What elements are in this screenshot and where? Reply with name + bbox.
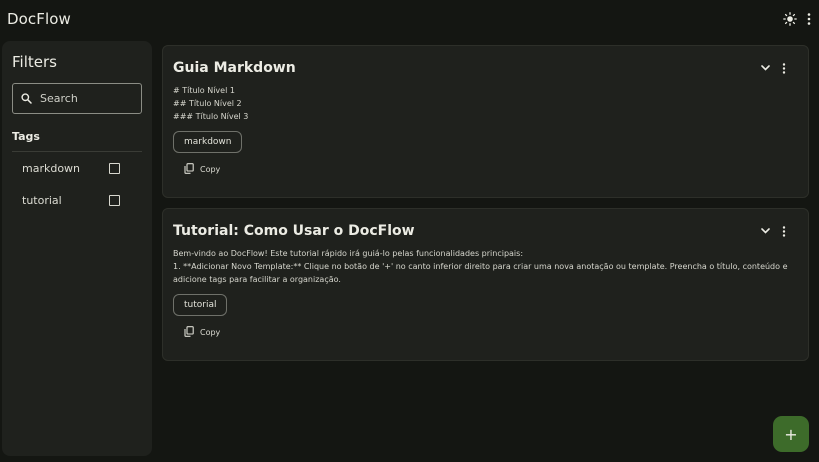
add-template-button[interactable]: + <box>773 416 809 452</box>
copy-button[interactable]: Copy <box>184 326 798 339</box>
copy-button[interactable]: Copy <box>184 163 798 176</box>
content-line: # Título Nível 1 <box>173 86 235 95</box>
copy-icon <box>184 163 194 176</box>
search-field[interactable] <box>12 83 142 114</box>
template-card: Tutorial: Como Usar o DocFlow Bem-vindo … <box>162 208 809 361</box>
copy-label: Copy <box>200 328 221 337</box>
card-content: Bem-vindo ao DocFlow! Este tutorial rápi… <box>173 247 798 286</box>
card-title: Tutorial: Como Usar o DocFlow <box>173 223 415 239</box>
card-header: Tutorial: Como Usar o DocFlow <box>173 223 798 239</box>
content-line: ### Título Nível 3 <box>173 112 249 121</box>
tag-label: tutorial <box>22 194 62 207</box>
filters-title: Filters <box>12 53 57 71</box>
card-title: Guia Markdown <box>173 60 296 76</box>
tag-chip[interactable]: markdown <box>173 131 243 153</box>
content-line: Bem-vindo ao DocFlow! Este tutorial rápi… <box>173 249 524 258</box>
search-icon <box>21 89 32 108</box>
content-line: 1. **Adicionar Novo Template:** Clique n… <box>173 262 788 284</box>
tag-checkbox[interactable] <box>109 195 120 206</box>
card-content: # Título Nível 1 ## Título Nível 2 ### T… <box>173 84 798 123</box>
template-card: Guia Markdown # Título Nível 1 ## Título… <box>162 45 809 198</box>
more-vert-icon[interactable] <box>782 225 786 237</box>
app-title: DocFlow <box>7 10 71 28</box>
tag-filter-tutorial[interactable]: tutorial <box>12 185 142 216</box>
tags-heading: Tags <box>12 130 40 143</box>
sun-icon[interactable] <box>783 12 797 26</box>
content-line: ## Título Nível 2 <box>173 99 242 108</box>
card-actions <box>761 62 798 74</box>
copy-icon <box>184 326 194 339</box>
tag-checkbox[interactable] <box>109 163 120 174</box>
card-actions <box>761 225 798 237</box>
top-actions <box>783 12 811 26</box>
chevron-down-icon[interactable] <box>761 228 770 234</box>
filters-sidebar: Filters Tags markdown tutorial <box>2 41 152 456</box>
card-header: Guia Markdown <box>173 60 798 76</box>
tag-chip[interactable]: tutorial <box>173 294 228 316</box>
tag-label: markdown <box>22 162 81 175</box>
more-vert-icon[interactable] <box>807 13 811 25</box>
copy-label: Copy <box>200 165 221 174</box>
chevron-down-icon[interactable] <box>761 65 770 71</box>
tag-filter-markdown[interactable]: markdown <box>12 153 142 184</box>
divider <box>12 151 142 152</box>
more-vert-icon[interactable] <box>782 62 786 74</box>
top-app-bar: DocFlow <box>0 0 819 38</box>
search-input[interactable] <box>40 92 130 105</box>
